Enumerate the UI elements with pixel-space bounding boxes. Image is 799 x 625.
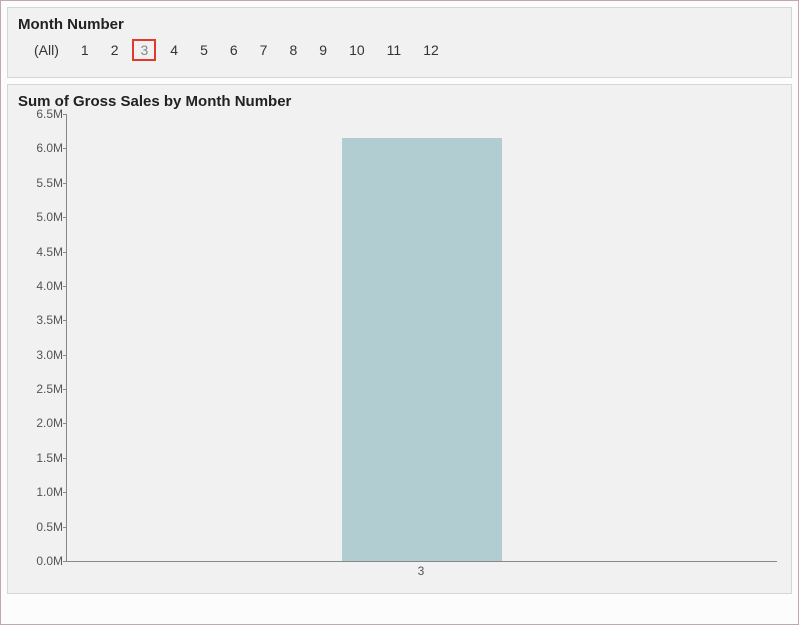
chart-title: Sum of Gross Sales by Month Number <box>18 93 781 110</box>
y-tick-label: 3.0M <box>19 348 63 362</box>
y-tick-label: 0.5M <box>19 520 63 534</box>
filter-item-3[interactable]: 3 <box>132 39 156 61</box>
y-tick-label: 5.5M <box>19 176 63 190</box>
y-tick-label: 0.0M <box>19 554 63 568</box>
filter-item-all[interactable]: (All) <box>26 39 67 61</box>
filter-item-5[interactable]: 5 <box>192 39 216 61</box>
filter-item-6[interactable]: 6 <box>222 39 246 61</box>
y-tick-label: 2.0M <box>19 416 63 430</box>
x-axis-area: 3 <box>66 562 777 582</box>
filter-item-7[interactable]: 7 <box>252 39 276 61</box>
y-tick-label: 1.5M <box>19 451 63 465</box>
y-tick-label: 1.0M <box>19 485 63 499</box>
filter-title: Month Number <box>18 16 781 33</box>
x-tick-label: 3 <box>418 564 425 578</box>
y-tick-label: 6.5M <box>19 107 63 121</box>
y-tick-label: 3.5M <box>19 313 63 327</box>
y-tick-label: 6.0M <box>19 141 63 155</box>
filter-item-11[interactable]: 11 <box>379 39 410 61</box>
y-tick-label: 2.5M <box>19 382 63 396</box>
filter-item-10[interactable]: 10 <box>341 39 373 61</box>
y-tick-label: 4.5M <box>19 245 63 259</box>
filter-item-4[interactable]: 4 <box>162 39 186 61</box>
filter-panel: Month Number (All) 1 2 3 4 5 6 7 8 9 10 … <box>7 7 792 78</box>
plot-area: 0.0M0.5M1.0M1.5M2.0M2.5M3.0M3.5M4.0M4.5M… <box>66 114 777 562</box>
y-tick-label: 4.0M <box>19 279 63 293</box>
bar-3[interactable] <box>342 138 502 561</box>
filter-item-2[interactable]: 2 <box>103 39 127 61</box>
filter-item-12[interactable]: 12 <box>415 39 447 61</box>
y-tick-label: 5.0M <box>19 210 63 224</box>
filter-item-1[interactable]: 1 <box>73 39 97 61</box>
filter-row: (All) 1 2 3 4 5 6 7 8 9 10 11 12 <box>18 39 781 61</box>
filter-item-8[interactable]: 8 <box>281 39 305 61</box>
chart-panel: Sum of Gross Sales by Month Number 0.0M0… <box>7 84 792 594</box>
filter-item-9[interactable]: 9 <box>311 39 335 61</box>
